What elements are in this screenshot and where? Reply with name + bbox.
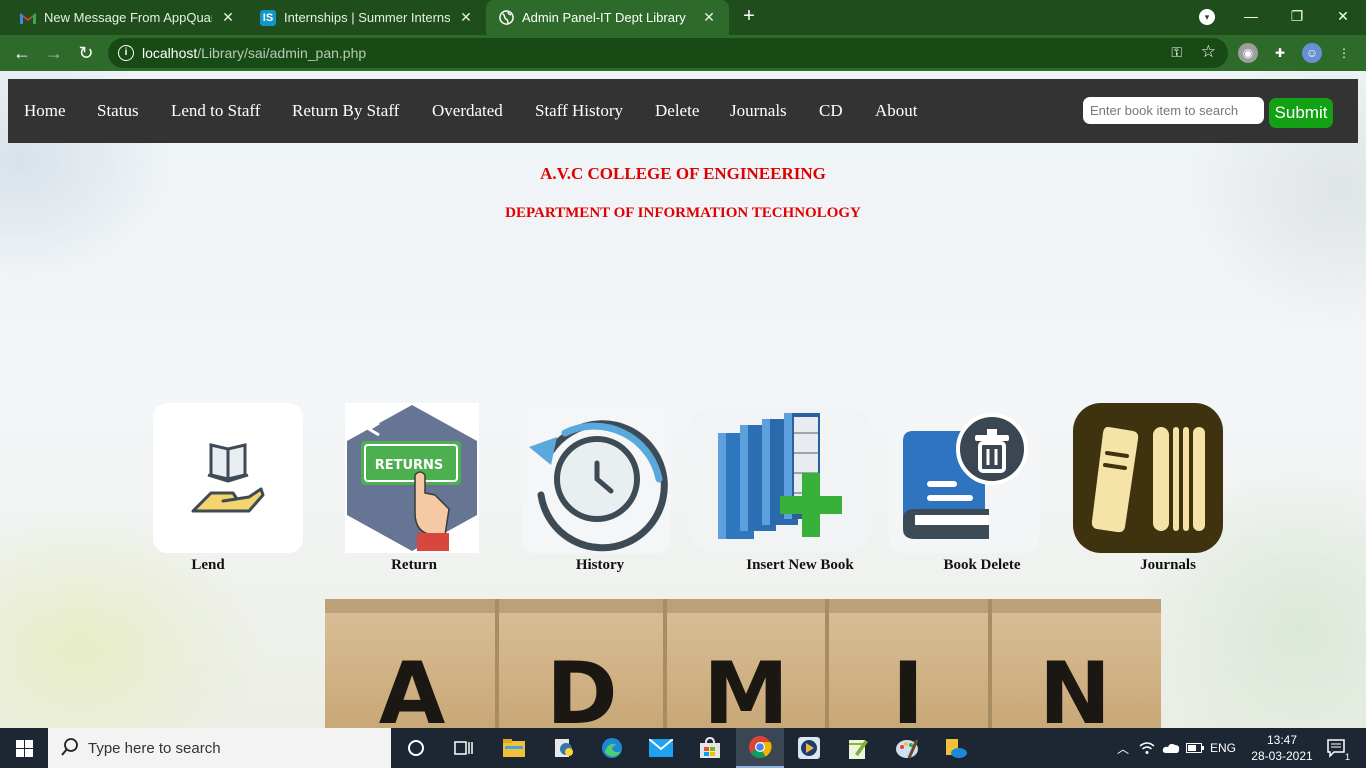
globe-icon	[498, 10, 514, 26]
task-view-icon[interactable]	[440, 728, 488, 768]
taskbar-clock[interactable]: 13:47 28-03-2021	[1244, 732, 1320, 764]
return-card[interactable]: RETURNS	[345, 403, 479, 553]
returns-sign-text: RETURNS	[375, 458, 444, 473]
search-icon	[60, 737, 80, 762]
wifi-icon[interactable]	[1136, 728, 1158, 768]
book-delete-card[interactable]	[889, 403, 1039, 553]
nav-lend-to-staff[interactable]: Lend to Staff	[171, 101, 260, 121]
address-bar[interactable]: i localhost/Library/sai/admin_pan.php ⚿ …	[108, 38, 1228, 68]
nav-about[interactable]: About	[875, 101, 918, 121]
restore-button[interactable]: ❐	[1274, 0, 1320, 32]
gmail-icon	[20, 10, 36, 26]
browser-tab-strip: New Message From AppQuarterz ✕ IS Intern…	[0, 0, 1366, 35]
journals-shelf-icon	[1073, 403, 1223, 553]
notepad-plus-icon[interactable]	[834, 728, 882, 768]
book-delete-label[interactable]: Book Delete	[892, 557, 1072, 574]
nav-cd[interactable]: CD	[819, 101, 843, 121]
file-explorer-icon[interactable]	[490, 728, 538, 768]
block-letter: D	[546, 644, 617, 728]
admin-panel-page: Home Status Lend to Staff Return By Staf…	[0, 71, 1366, 728]
chrome-extension-icon[interactable]: ◉	[1238, 43, 1258, 63]
new-tab-button[interactable]: +	[738, 5, 760, 27]
history-card[interactable]	[521, 403, 671, 553]
nav-delete[interactable]: Delete	[655, 101, 699, 121]
returns-sign-icon: RETURNS	[345, 403, 479, 553]
bookmark-star-icon[interactable]: ☆	[1201, 42, 1216, 62]
windows-taskbar: Type here to search ︿ ENG 13:47 28-03-20…	[0, 728, 1366, 768]
taskbar-search-box[interactable]: Type here to search	[48, 728, 391, 768]
forward-arrow-icon[interactable]: →	[42, 41, 66, 65]
history-label[interactable]: History	[510, 557, 690, 574]
language-indicator[interactable]: ENG	[1206, 728, 1240, 768]
nav-staff-history[interactable]: Staff History	[535, 101, 623, 121]
back-arrow-icon[interactable]: ←	[10, 41, 34, 65]
insert-new-book-label[interactable]: Insert New Book	[710, 557, 890, 574]
browser-toolbar: ← → ↻ i localhost/Library/sai/admin_pan.…	[0, 35, 1366, 71]
onedrive-folder-icon[interactable]	[932, 728, 980, 768]
media-player-icon[interactable]	[785, 728, 833, 768]
nav-status[interactable]: Status	[97, 101, 139, 121]
nav-return-by-staff[interactable]: Return By Staff	[292, 101, 399, 121]
department-title: DEPARTMENT OF INFORMATION TECHNOLOGY	[505, 205, 861, 221]
admin-blocks-background: A D M I N	[325, 599, 1161, 728]
reload-icon[interactable]: ↻	[74, 41, 98, 65]
chrome-icon[interactable]	[736, 728, 784, 768]
college-title: A.V.C COLLEGE OF ENGINEERING	[540, 164, 826, 183]
journals-card[interactable]	[1073, 403, 1223, 553]
tab-gmail[interactable]: New Message From AppQuarterz ✕	[8, 0, 248, 35]
nav-journals[interactable]: Journals	[730, 101, 787, 121]
notification-center-icon[interactable]: 1	[1318, 728, 1354, 768]
block-letter: A	[379, 644, 446, 728]
tab-title: Admin Panel-IT Dept Library	[522, 10, 686, 25]
tab-title: Internships | Summer Internship	[284, 10, 450, 25]
tab-admin-panel[interactable]: Admin Panel-IT Dept Library ✕	[486, 0, 729, 35]
journals-label[interactable]: Journals	[1078, 557, 1258, 574]
close-icon[interactable]: ✕	[701, 9, 717, 26]
tab-search-icon[interactable]: ▾	[1199, 9, 1215, 25]
nav-overdated[interactable]: Overdated	[432, 101, 503, 121]
menu-kebab-icon[interactable]: ⋮	[1334, 43, 1354, 63]
paint-icon[interactable]	[883, 728, 931, 768]
edge-browser-icon[interactable]	[588, 728, 636, 768]
cortana-icon[interactable]	[392, 728, 440, 768]
minimize-button[interactable]: —	[1228, 0, 1274, 32]
block-letter: I	[892, 644, 924, 728]
insert-book-plus-icon	[690, 407, 870, 551]
onedrive-cloud-icon[interactable]	[1160, 728, 1182, 768]
nav-home[interactable]: Home	[24, 101, 66, 121]
site-info-icon[interactable]: i	[118, 45, 134, 61]
tab-internshala[interactable]: IS Internships | Summer Internship ✕	[248, 0, 486, 35]
book-search-input[interactable]	[1083, 97, 1264, 124]
url-text: localhost/Library/sai/admin_pan.php	[142, 45, 367, 61]
window-close-button[interactable]: ✕	[1320, 0, 1366, 32]
close-icon[interactable]: ✕	[458, 9, 474, 26]
clock-time: 13:47	[1266, 733, 1298, 747]
windows-start-icon[interactable]	[0, 728, 48, 768]
clock-date: 28-03-2021	[1251, 749, 1313, 763]
avatar[interactable]: ☺	[1302, 43, 1322, 63]
key-icon[interactable]: ⚿	[1171, 44, 1182, 61]
book-delete-trash-icon	[889, 403, 1039, 553]
tab-title: New Message From AppQuarterz	[44, 10, 212, 25]
notification-count-badge: 1	[1344, 752, 1350, 762]
show-hidden-icons-chevron[interactable]: ︿	[1112, 728, 1134, 768]
puzzle-extensions-icon[interactable]: ✚	[1270, 43, 1290, 63]
battery-icon[interactable]	[1184, 728, 1206, 768]
insert-new-book-card[interactable]	[690, 403, 870, 553]
python-idle-icon[interactable]	[540, 728, 588, 768]
internshala-icon: IS	[260, 9, 276, 26]
lend-book-hand-icon	[153, 403, 303, 553]
microsoft-store-icon[interactable]	[686, 728, 734, 768]
history-clock-icon	[521, 403, 671, 553]
lend-card[interactable]	[153, 403, 303, 553]
lend-label[interactable]: Lend	[118, 557, 298, 574]
top-navbar: Home Status Lend to Staff Return By Staf…	[8, 79, 1358, 143]
close-icon[interactable]: ✕	[220, 9, 236, 26]
submit-button[interactable]: Submit	[1269, 98, 1333, 128]
block-letter: N	[1039, 644, 1111, 728]
taskbar-search-placeholder: Type here to search	[88, 740, 221, 757]
return-label[interactable]: Return	[324, 557, 504, 574]
mail-icon[interactable]	[637, 728, 685, 768]
block-letter: M	[703, 644, 789, 728]
